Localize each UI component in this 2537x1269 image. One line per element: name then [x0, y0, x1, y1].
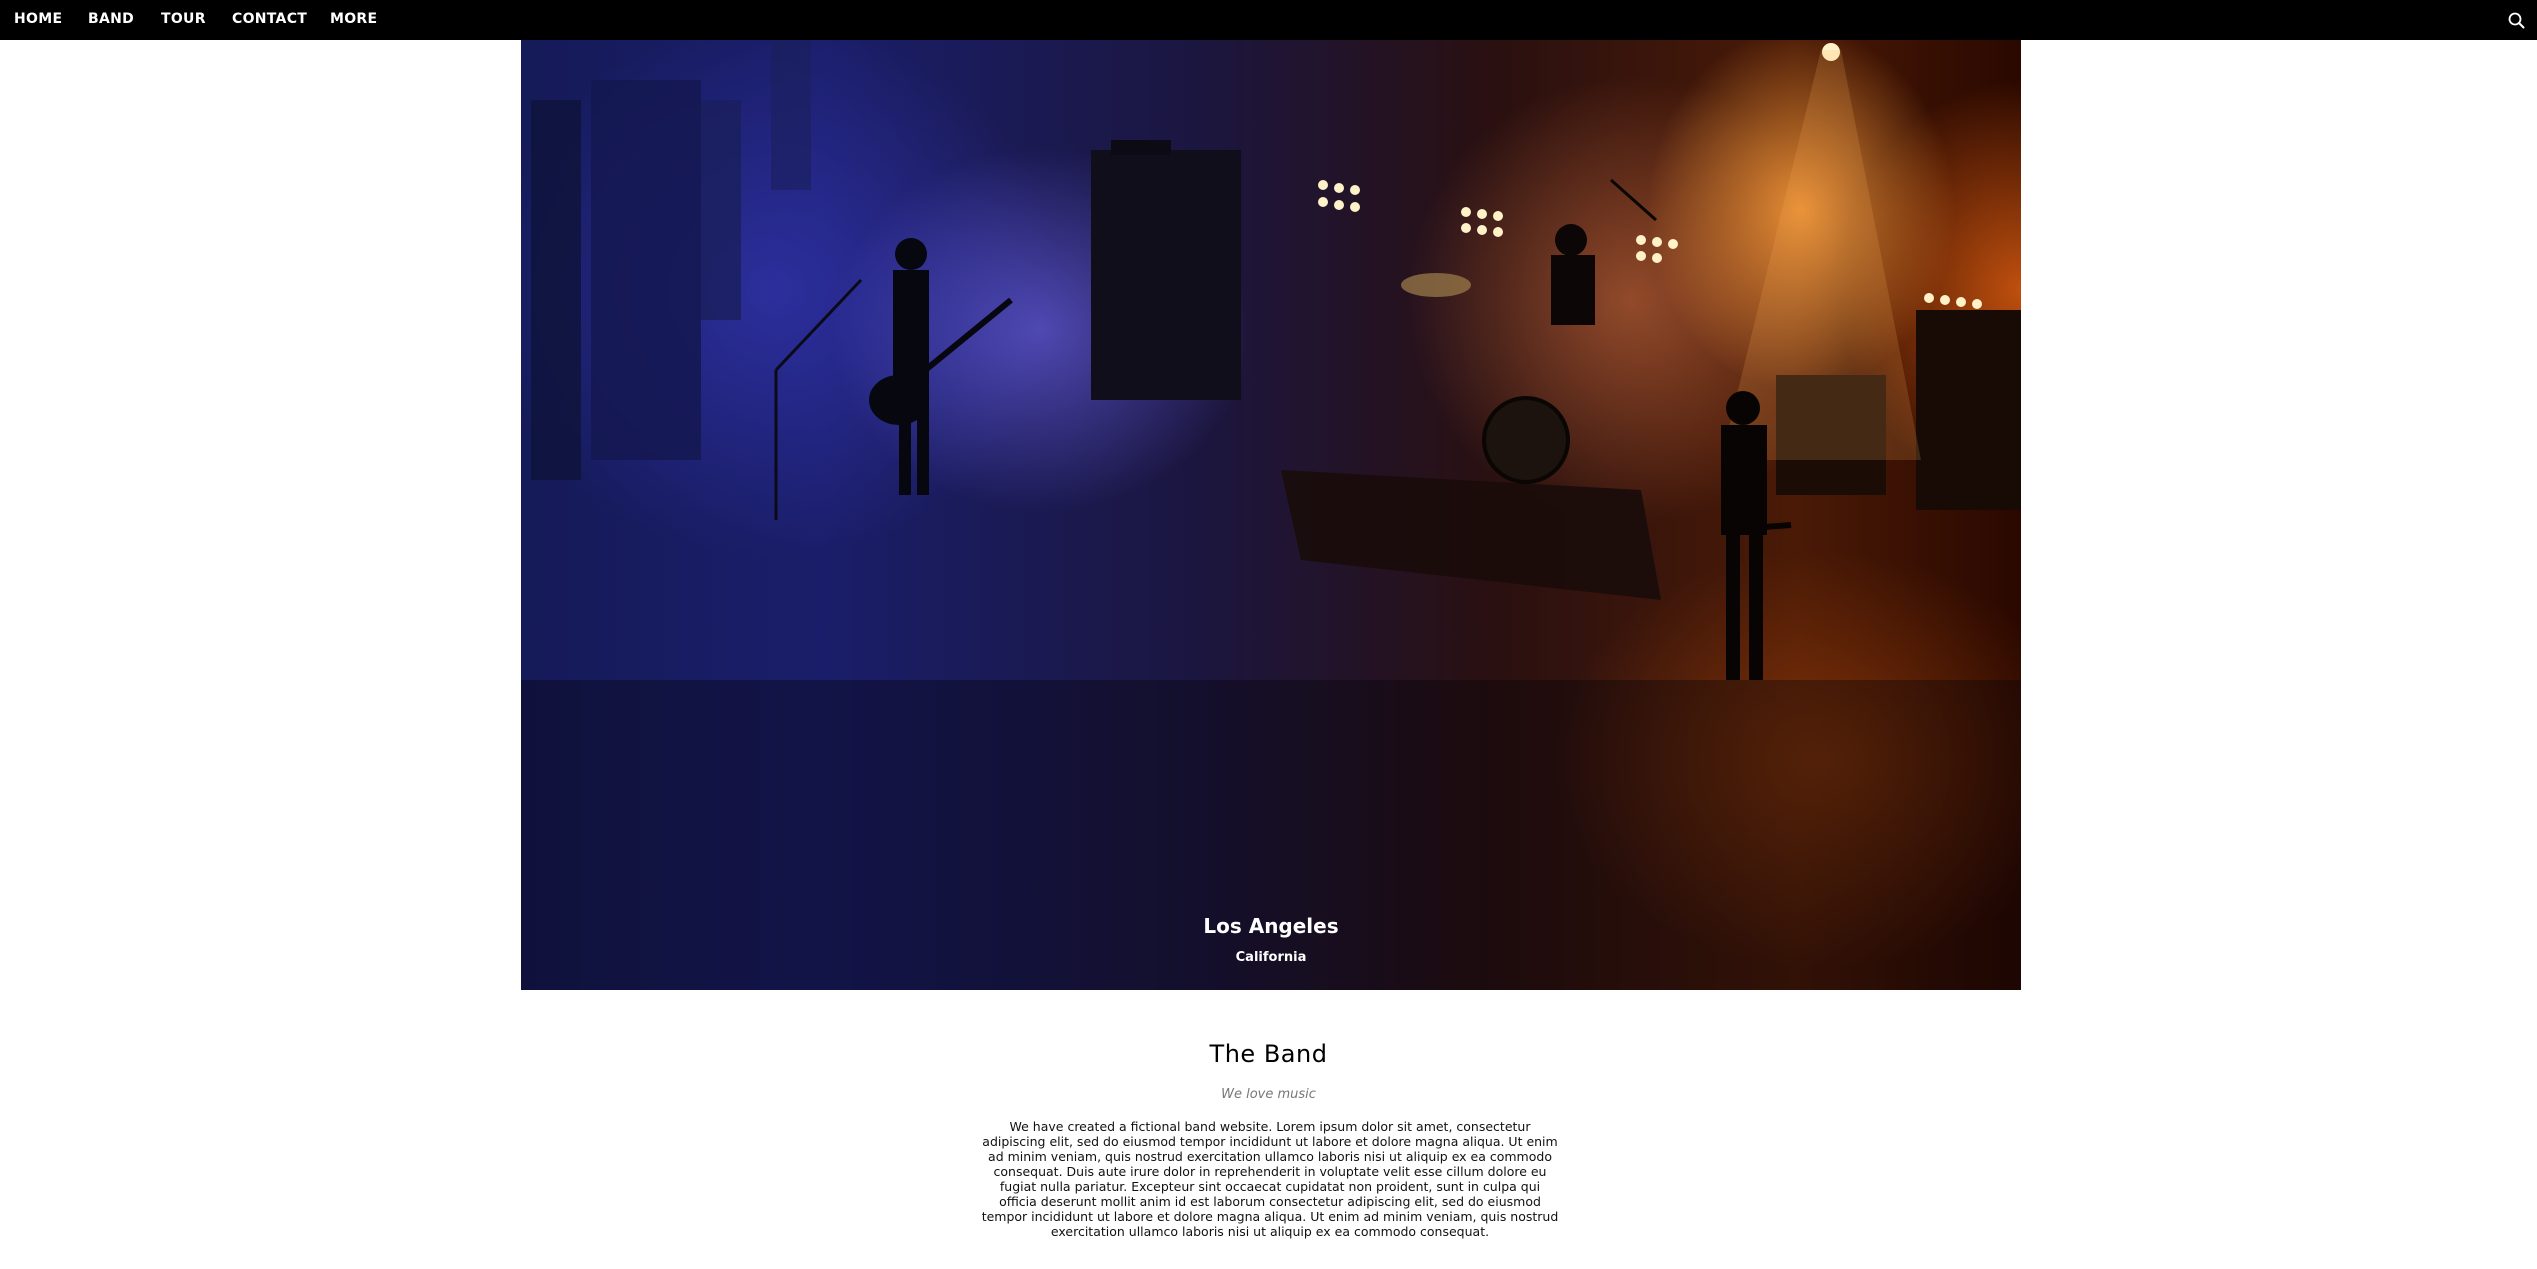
nav-contact[interactable]: CONTACT	[232, 11, 307, 27]
hero-subtitle: California	[1235, 950, 1307, 965]
hero-slide: Los Angeles California	[521, 40, 2021, 990]
nav-tour[interactable]: TOUR	[161, 11, 206, 27]
nav-home[interactable]: HOME	[14, 11, 62, 27]
hero-title: Los Angeles	[1203, 914, 1339, 938]
nav-more[interactable]: MORE	[330, 11, 377, 27]
band-tagline: We love music	[1221, 1087, 1316, 1102]
nav-band[interactable]: BAND	[88, 11, 134, 27]
concert-stage-photo	[521, 40, 2021, 990]
band-section-title: The Band	[1209, 1040, 1328, 1068]
search-icon[interactable]	[2505, 9, 2527, 31]
band-description: We have created a fictional band website…	[981, 1119, 1559, 1239]
top-navigation-bar: HOME BAND TOUR CONTACT MORE	[0, 0, 2537, 40]
